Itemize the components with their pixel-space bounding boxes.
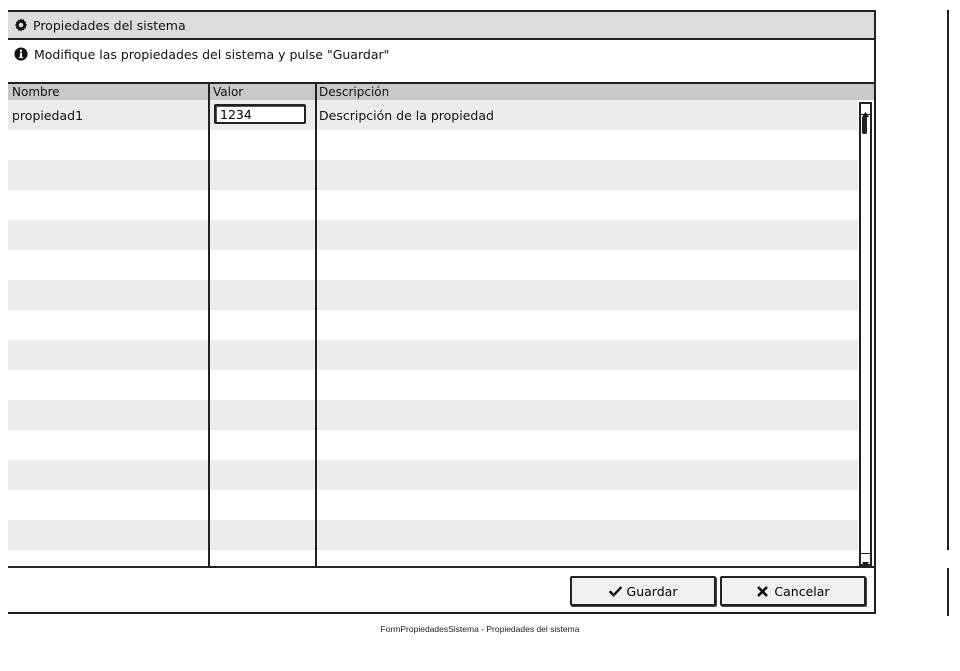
column-header-nombre[interactable]: Nombre (12, 85, 60, 99)
row-name: propiedad1 (12, 108, 84, 123)
right-divider-upper (947, 10, 949, 550)
table-row[interactable] (8, 430, 858, 460)
table-body: propiedad1 Descripción de la propiedad (8, 100, 858, 566)
table-row[interactable]: propiedad1 Descripción de la propiedad (8, 100, 858, 130)
vertical-scrollbar[interactable] (859, 102, 872, 566)
table-row[interactable] (8, 490, 858, 520)
info-icon (14, 47, 28, 61)
table-row[interactable] (8, 340, 858, 370)
screen-caption: FormPropiedadesSistema - Propiedades del… (380, 624, 580, 634)
dialog-footer: Guardar Cancelar (8, 568, 874, 614)
column-header-valor[interactable]: Valor (213, 85, 243, 99)
info-message: Modifique las propiedades del sistema y … (34, 47, 390, 62)
properties-table: Nombre Valor Descripción propiedad1 Desc… (8, 82, 874, 568)
table-row[interactable] (8, 220, 858, 250)
table-row[interactable] (8, 130, 858, 160)
gear-icon (14, 18, 28, 32)
column-divider (208, 84, 210, 566)
column-header-descripcion[interactable]: Descripción (319, 85, 389, 99)
table-row[interactable] (8, 520, 858, 550)
window-title: Propiedades del sistema (33, 17, 186, 33)
info-bar: Modifique las propiedades del sistema y … (8, 40, 874, 82)
cancel-button[interactable]: Cancelar (720, 576, 866, 606)
table-row[interactable] (8, 550, 858, 566)
properties-window: Propiedades del sistema Modifique las pr… (8, 10, 876, 614)
cancel-button-label: Cancelar (774, 583, 830, 599)
scroll-up-button[interactable] (861, 104, 870, 117)
table-row[interactable] (8, 310, 858, 340)
right-divider-lower (947, 568, 949, 616)
save-button-label: Guardar (626, 583, 678, 599)
check-icon (608, 586, 622, 596)
save-button[interactable]: Guardar (570, 576, 716, 606)
scroll-down-button[interactable] (861, 553, 870, 566)
row-value-input[interactable] (214, 104, 306, 124)
table-row[interactable] (8, 160, 858, 190)
table-row[interactable] (8, 250, 858, 280)
x-icon (757, 585, 768, 597)
table-row[interactable] (8, 370, 858, 400)
table-row[interactable] (8, 460, 858, 490)
window-titlebar: Propiedades del sistema (8, 12, 874, 40)
table-row[interactable] (8, 280, 858, 310)
table-row[interactable] (8, 400, 858, 430)
arrow-down-icon (862, 562, 869, 566)
table-header: Nombre Valor Descripción (8, 84, 874, 100)
column-divider (315, 84, 317, 566)
row-description: Descripción de la propiedad (319, 108, 494, 123)
scroll-thumb[interactable] (862, 116, 867, 134)
table-row[interactable] (8, 190, 858, 220)
